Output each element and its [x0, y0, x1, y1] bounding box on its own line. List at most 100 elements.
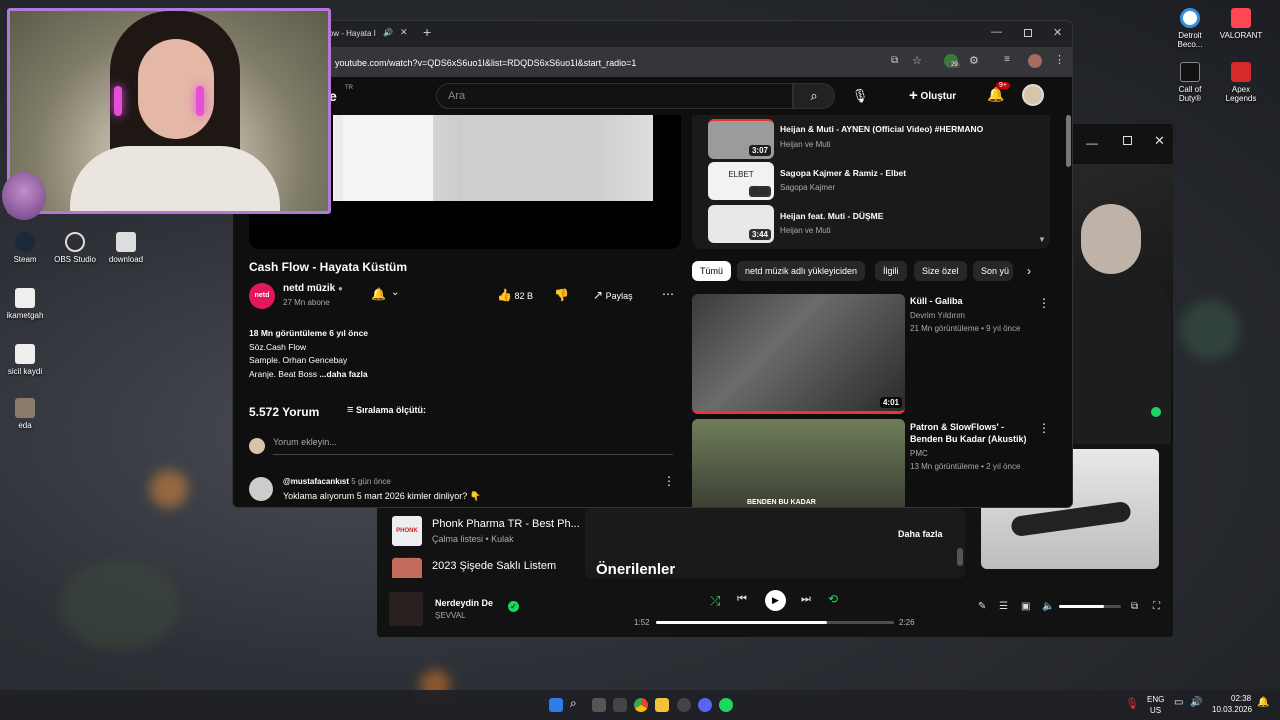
- rec-menu-icon[interactable]: ⋮: [1038, 421, 1050, 435]
- install-icon[interactable]: ⧉: [891, 55, 898, 66]
- chip-related[interactable]: İlgili: [875, 261, 907, 281]
- desktop-icon-obs[interactable]: OBS Studio: [46, 232, 104, 264]
- language-indicator[interactable]: ENG: [1147, 695, 1164, 704]
- device-icon[interactable]: ▣: [1021, 601, 1030, 612]
- desktop-icon-download[interactable]: download: [97, 232, 155, 264]
- progress-fill: [656, 621, 828, 624]
- media-icon[interactable]: ≡: [1004, 54, 1010, 65]
- sort-button[interactable]: ≡ Sıralama ölçütü:: [347, 404, 426, 416]
- miniplayer-icon[interactable]: ⧉: [1131, 601, 1138, 612]
- rec-menu-icon[interactable]: ⋮: [1038, 296, 1050, 310]
- share-button[interactable]: ↗ Paylaş: [593, 288, 633, 302]
- show-more-link[interactable]: ...daha fazla: [319, 369, 367, 379]
- play-button[interactable]: ▶: [765, 590, 786, 611]
- url-field[interactable]: youtube.com/watch?v=QDS6xS6uo1I&list=RDQ…: [335, 53, 875, 73]
- maximize-button[interactable]: [1024, 29, 1032, 37]
- volume-icon[interactable]: 🔈: [1042, 601, 1054, 612]
- notification-icon[interactable]: 🔔: [1257, 697, 1269, 708]
- chip-uploader[interactable]: netd müzik adlı yükleyiciden: [737, 261, 866, 281]
- commenter-name[interactable]: @mustafacankıst: [283, 477, 349, 486]
- progress-bar[interactable]: [656, 621, 894, 624]
- obs-taskbar-icon[interactable]: [677, 698, 691, 712]
- channel-name[interactable]: netd müzik ●: [283, 283, 343, 294]
- fullscreen-icon[interactable]: ⛶: [1153, 601, 1160, 612]
- create-button[interactable]: + Oluştur: [909, 83, 967, 109]
- commenter-avatar[interactable]: [249, 477, 273, 501]
- chevron-down-icon[interactable]: ⌄: [391, 287, 399, 298]
- track-cover[interactable]: [389, 592, 423, 626]
- voice-search-button[interactable]: 🎙: [847, 83, 873, 109]
- extensions-puzzle-icon[interactable]: ⚙: [969, 54, 979, 67]
- spotify-icon[interactable]: [719, 698, 733, 712]
- discord-icon[interactable]: [698, 698, 712, 712]
- previous-icon[interactable]: ⏮: [737, 593, 747, 606]
- task-view-icon[interactable]: [592, 698, 606, 712]
- chevron-right-icon[interactable]: ›: [1027, 264, 1031, 278]
- page-scrollbar[interactable]: [1066, 115, 1071, 167]
- close-button[interactable]: ✕: [1053, 26, 1062, 39]
- account-avatar[interactable]: [1022, 84, 1044, 106]
- search-input[interactable]: Ara: [436, 83, 793, 109]
- desktop-icon-ikametgah[interactable]: ikametgah: [0, 288, 54, 320]
- notification-bell-icon[interactable]: 🔔: [371, 287, 386, 301]
- desktop-icon-eda[interactable]: eda: [0, 398, 54, 430]
- shuffle-icon[interactable]: ⤮: [710, 593, 720, 609]
- queue-icon[interactable]: ☰: [999, 601, 1008, 612]
- more-actions-icon[interactable]: ⋯: [662, 287, 674, 301]
- tab-close-icon[interactable]: ✕: [400, 27, 408, 38]
- menu-icon[interactable]: ⋮: [1054, 53, 1065, 66]
- microphone-icon[interactable]: 🎙: [1125, 697, 1139, 710]
- audio-icon[interactable]: 🔊: [383, 28, 393, 37]
- recommended-video[interactable]: BENDEN BU KADAR Patron & SlowFlows' - Be…: [692, 419, 1050, 507]
- playlist-item[interactable]: ELBET 3:35 Sagopa Kajmer & Ramiz - Elbet …: [708, 162, 1038, 202]
- lyrics-icon[interactable]: ✎: [978, 601, 986, 612]
- desktop-icon-sicil[interactable]: sicil kaydi: [0, 344, 54, 376]
- search-icon: ⌕: [810, 88, 818, 103]
- desktop-icon-apex[interactable]: Apex Legends: [1212, 62, 1270, 103]
- widgets-icon[interactable]: [613, 698, 627, 712]
- chrome-icon[interactable]: [634, 698, 648, 712]
- desktop-icon-detroit[interactable]: Detroit Beco...: [1161, 8, 1219, 49]
- dislike-button[interactable]: 👎: [554, 288, 569, 302]
- library-item[interactable]: 2023 Şişede Saklı Listem: [390, 558, 580, 578]
- library-item[interactable]: PHONK PHARMA Phonk Pharma TR - Best Ph..…: [390, 516, 580, 564]
- track-artist[interactable]: ŞEVVAL: [435, 611, 466, 620]
- description-box[interactable]: 18 Mn görüntüleme 6 yıl önce Söz.Cash Fl…: [249, 327, 669, 381]
- network-icon[interactable]: ▭: [1174, 697, 1183, 708]
- search-button[interactable]: ⌕: [793, 83, 835, 109]
- profile-avatar[interactable]: [1028, 54, 1042, 68]
- address-bar-row: youtube.com/watch?v=QDS6xS6uo1I&list=RDQ…: [233, 47, 1072, 77]
- bookmark-star-icon[interactable]: ☆: [912, 54, 922, 67]
- playlist-item[interactable]: 3:44 Heijan feat. Muti - DÜŞME Heijan ve…: [708, 205, 1038, 245]
- volume-icon[interactable]: 🔊: [1190, 697, 1202, 708]
- volume-slider[interactable]: [1059, 605, 1121, 608]
- repeat-icon[interactable]: ⟲: [828, 592, 838, 606]
- desktop-icon-cod[interactable]: Call of Duty®: [1161, 62, 1219, 103]
- clock-time[interactable]: 02:38: [1231, 694, 1251, 703]
- saved-check-icon[interactable]: ✓: [508, 601, 519, 612]
- scrollbar[interactable]: [957, 548, 963, 566]
- minimize-button[interactable]: —: [1086, 136, 1098, 150]
- comment-menu-icon[interactable]: ⋮: [663, 474, 675, 488]
- recommended-video[interactable]: 4:01 Küll - Galiba Devrim Yıldırım 21 Mn…: [692, 294, 1050, 416]
- chip-all[interactable]: Tümü: [692, 261, 732, 281]
- new-tab-button[interactable]: +: [423, 24, 431, 40]
- minimize-button[interactable]: —: [991, 26, 1002, 38]
- start-icon[interactable]: [549, 698, 563, 712]
- track-title[interactable]: Nerdeydin De: [435, 598, 493, 608]
- search-icon[interactable]: ⌕: [570, 696, 577, 711]
- desktop-icon-valorant[interactable]: VALORANT: [1212, 8, 1270, 40]
- more-link[interactable]: Daha fazla: [898, 529, 943, 539]
- chip-recent[interactable]: Son yü: [973, 261, 1013, 281]
- playlist-item[interactable]: 3:07 Heijan & Muti - AYNEN (Official Vid…: [708, 119, 1038, 161]
- maximize-button[interactable]: [1123, 136, 1132, 145]
- file-explorer-icon[interactable]: [655, 698, 669, 712]
- scroll-down-icon[interactable]: ▼: [1038, 235, 1046, 244]
- chip-for-you[interactable]: Size özel: [914, 261, 967, 281]
- close-button[interactable]: ✕: [1154, 133, 1165, 149]
- sort-icon: ≡: [347, 404, 354, 416]
- comment-input[interactable]: Yorum ekleyin...: [273, 437, 673, 455]
- channel-avatar[interactable]: netd: [249, 283, 275, 309]
- next-icon[interactable]: ⏭: [801, 593, 811, 606]
- like-button[interactable]: 👍 82 B: [497, 288, 533, 302]
